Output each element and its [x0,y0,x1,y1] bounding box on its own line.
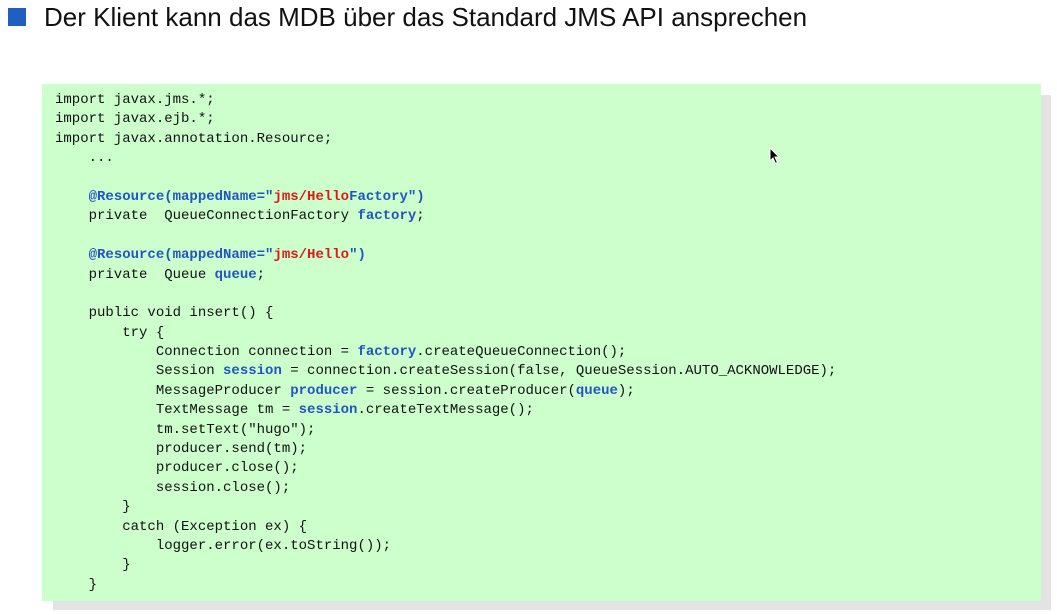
code-line: } [55,576,1041,595]
code-string: jms/Hello [273,188,350,205]
code-keyword: ") [349,247,366,264]
code-keyword: queue [214,266,257,283]
code-keyword: factory [357,208,417,225]
code-text: ); [617,382,635,399]
code-text: import javax.jms.*; [55,92,215,108]
code-keyword: session [298,402,358,419]
code-line: try { [55,324,1041,343]
code-line: Connection connection = factory.createQu… [55,343,1041,362]
code-line: import javax.ejb.*; [55,110,1041,129]
code-line: @Resource(mappedName="jms/Hello") [55,246,1041,265]
code-text: MessageProducer [55,382,291,399]
code-text: = connection.createSession(false, QueueS… [281,363,837,380]
code-text: .createQueueConnection(); [416,344,627,361]
code-line: tm.setText("hugo"); [55,421,1041,440]
slide-title: Der Klient kann das MDB über das Standar… [44,2,808,32]
code-text: } [55,557,131,574]
code-line: @Resource(mappedName="jms/HelloFactory") [55,188,1041,207]
code-line: import javax.jms.*; [55,91,1041,110]
code-line: TextMessage tm = session.createTextMessa… [55,401,1041,420]
code-block: import javax.jms.*; import javax.ejb.*; im… [42,84,1041,601]
code-text: try { [55,324,165,341]
code-line: ... [55,149,1041,168]
code-line: } [55,556,1041,575]
code-text: Session [55,363,224,380]
code-keyword: producer [290,382,358,399]
code-text: TextMessage tm = [55,402,299,419]
code-text: Connection connection = [55,344,358,361]
code-keyword: queue [575,382,618,399]
code-line: Session session = connection.createSessi… [55,362,1041,381]
code-line: private QueueConnectionFactory factory; [55,207,1041,226]
code-line: } [55,498,1041,517]
code-text: public void insert() { [55,305,274,322]
title-bullet [8,8,26,26]
code-keyword: Factory") [349,188,425,205]
code-line: producer.send(tm); [55,440,1041,459]
code-line: import javax.annotation.Resource; [55,130,1041,149]
code-line: catch (Exception ex) { [55,518,1041,537]
code-text: logger.error(ex.toString()); [55,537,392,554]
code-keyword: factory [357,344,417,361]
code-text: import javax.ejb.*; [55,111,215,128]
code-text: private QueueConnectionFactory [55,208,358,225]
code-line: private Queue queue; [55,266,1041,285]
code-line: public void insert() { [55,304,1041,323]
code-text: ; [416,208,425,225]
code-text: import javax.annotation.Resource; [55,130,333,147]
code-keyword: @Resource(mappedName=" [88,188,274,205]
code-text: catch (Exception ex) { [55,518,308,535]
code-text: producer.send(tm); [55,441,308,458]
code-text: ; [256,266,266,283]
code-keyword: session [223,363,282,380]
code-text: = session.createProducer( [357,382,576,399]
code-text: } [55,499,131,516]
code-line: logger.error(ex.toString()); [55,537,1041,556]
mouse-cursor-icon [769,147,781,165]
code-text: } [55,576,98,593]
code-line: producer.close(); [55,459,1041,478]
code-text: ... [55,150,114,167]
code-keyword: @Resource(mappedName=" [88,247,274,264]
code-text: session.close(); [55,479,291,496]
code-text: producer.close(); [55,460,299,477]
code-text: private Queue [55,266,215,283]
code-line: MessageProducer producer = session.creat… [55,382,1041,401]
code-string: jms/Hello [273,247,350,264]
code-line: session.close(); [55,479,1041,498]
code-text: tm.setText("hugo"); [55,421,316,438]
code-text: .createTextMessage(); [357,402,534,419]
